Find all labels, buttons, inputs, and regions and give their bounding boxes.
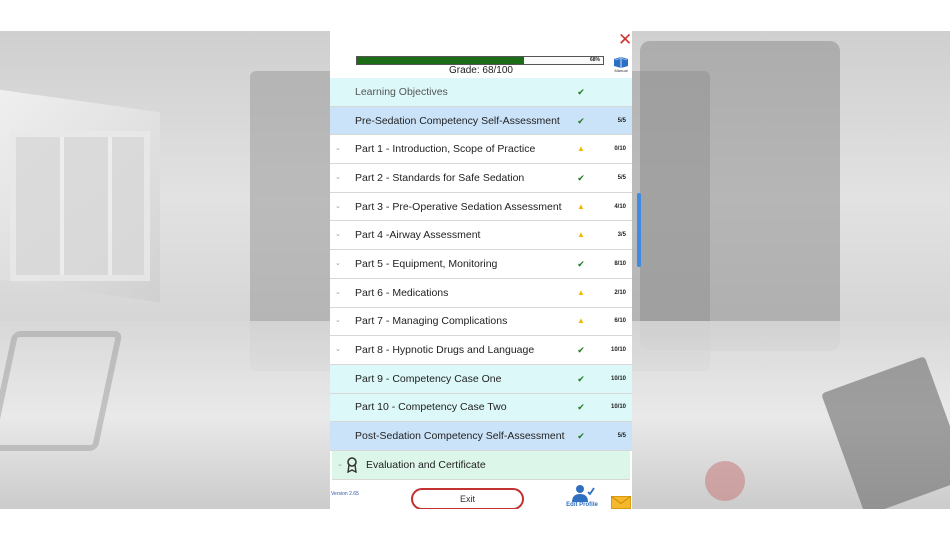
bottom-margin: [0, 509, 950, 534]
chevron-down-icon[interactable]: ⌄: [335, 144, 341, 154]
module-row[interactable]: Post-Sedation Competency Self-Assessment…: [330, 422, 632, 451]
module-score: 10/10: [610, 404, 626, 411]
check-icon: ✔: [577, 258, 585, 269]
chevron-down-icon[interactable]: ⌄: [335, 288, 341, 298]
module-row[interactable]: ⌄ Part 1 - Introduction, Scope of Practic…: [330, 135, 632, 165]
chevron-down-icon[interactable]: ⌄: [335, 173, 341, 183]
module-label: Post-Sedation Competency Self-Assessment: [355, 430, 565, 443]
user-edit-icon: [572, 485, 595, 502]
exit-button[interactable]: Exit: [411, 488, 524, 510]
chevron-down-icon[interactable]: ⌄: [335, 202, 341, 212]
module-list: Learning Objectives ✔ Pre-Sedation Compete…: [330, 78, 632, 480]
module-row[interactable]: ⌄ Part 4 -Airway Assessment ▲ 3/5: [330, 221, 632, 251]
edit-profile-button[interactable]: Edit Profile: [565, 484, 599, 508]
grade-percent: 68%: [590, 57, 601, 63]
warning-icon: ▲: [577, 287, 585, 297]
evaluation-certificate-row[interactable]: ⌄ Evaluation and Certificate: [332, 450, 630, 480]
chevron-down-icon[interactable]: ⌄: [337, 460, 343, 470]
check-icon: ✔: [577, 115, 585, 126]
warning-icon: ▲: [577, 144, 585, 154]
manual-button[interactable]: Manual: [610, 56, 632, 73]
module-label: Part 8 - Hypnotic Drugs and Language: [355, 344, 535, 357]
module-label: Part 7 - Managing Complications: [355, 315, 508, 328]
module-row[interactable]: ⌄ Part 7 - Managing Complications ▲ 6/10: [330, 308, 632, 337]
module-score: 10/10: [610, 375, 626, 382]
warning-icon: ▲: [577, 201, 585, 211]
module-label: Pre-Sedation Competency Self-Assessment: [355, 114, 560, 127]
manual-label: Manual: [614, 68, 628, 73]
module-row[interactable]: ⌄ Part 5 - Equipment, Monitoring ✔ 8/10: [330, 250, 632, 279]
check-icon: ✔: [577, 431, 585, 442]
scrollbar-thumb[interactable]: [637, 193, 641, 267]
module-label: Part 6 - Medications: [355, 286, 449, 299]
version-text: Version 2.65: [331, 491, 359, 497]
warning-icon: ▲: [577, 230, 585, 240]
check-icon: ✔: [577, 402, 585, 413]
module-label: Part 9 - Competency Case One: [355, 372, 502, 385]
module-score: 3/5: [617, 232, 626, 239]
edit-profile-label: Edit Profile: [566, 502, 598, 508]
warning-icon: ▲: [577, 316, 585, 326]
check-icon: ✔: [577, 86, 585, 97]
module-score: 0/10: [614, 146, 626, 153]
module-row[interactable]: ⌄ Part 3 - Pre-Operative Sedation Assessm…: [330, 193, 632, 222]
chevron-down-icon[interactable]: ⌄: [335, 316, 341, 326]
module-label: Part 10 - Competency Case Two: [355, 401, 507, 414]
chevron-down-icon[interactable]: ⌄: [335, 345, 341, 355]
module-label: Part 5 - Equipment, Monitoring: [355, 257, 498, 270]
chevron-down-icon[interactable]: ⌄: [335, 230, 341, 240]
module-row[interactable]: ⌄ Part 8 - Hypnotic Drugs and Language ✔ 10…: [330, 336, 632, 365]
module-row[interactable]: ⌄ Part 6 - Medications ▲ 2/10: [330, 279, 632, 308]
scene-window: [10, 131, 150, 281]
module-row[interactable]: ⌄ Part 2 - Standards for Safe Sedation ✔ 5/…: [330, 164, 632, 193]
evaluation-label: Evaluation and Certificate: [366, 458, 486, 471]
award-ribbon-icon: [347, 457, 357, 473]
module-score: 4/10: [614, 203, 626, 210]
module-label: Part 1 - Introduction, Scope of Practice: [355, 143, 536, 156]
book-icon: [614, 57, 628, 68]
scene-board-right: [640, 41, 840, 351]
module-row[interactable]: Part 10 - Competency Case Two ✔ 10/10: [330, 393, 632, 423]
module-score: 6/10: [614, 318, 626, 325]
module-label: Part 4 -Airway Assessment: [355, 229, 481, 242]
module-score: 5/5: [617, 174, 626, 181]
module-label: Part 3 - Pre-Operative Sedation Assessme…: [355, 200, 562, 213]
check-icon: ✔: [577, 172, 585, 183]
module-score: 8/10: [614, 260, 626, 267]
module-label: Learning Objectives: [355, 85, 448, 98]
module-score: 5/5: [617, 117, 626, 124]
grade-label: Grade: 68/100: [449, 65, 513, 76]
envelope-icon[interactable]: [611, 496, 631, 509]
module-score: 2/10: [614, 289, 626, 296]
check-icon: ✔: [577, 373, 585, 384]
grade-progress-fill: [357, 57, 525, 64]
module-row[interactable]: Pre-Sedation Competency Self-Assessment ✔…: [330, 106, 632, 136]
module-score: 5/5: [617, 433, 626, 440]
module-label: Part 2 - Standards for Safe Sedation: [355, 171, 525, 184]
close-x-icon[interactable]: ✕: [618, 30, 632, 50]
module-score: 10/10: [610, 347, 626, 354]
module-row[interactable]: Learning Objectives ✔: [330, 78, 632, 107]
scene-cup: [705, 461, 745, 501]
chevron-down-icon[interactable]: ⌄: [335, 259, 341, 269]
check-icon: ✔: [577, 345, 585, 356]
module-row[interactable]: Part 9 - Competency Case One ✔ 10/10: [330, 364, 632, 394]
